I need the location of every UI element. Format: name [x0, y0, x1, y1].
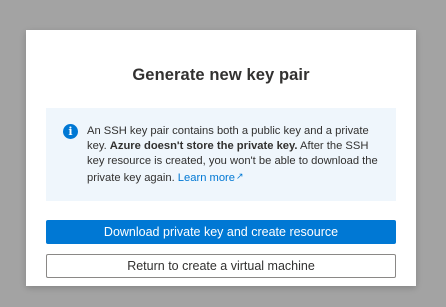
info-icon: i: [63, 124, 78, 139]
learn-more-link[interactable]: Learn more↗: [177, 171, 244, 184]
return-to-create-vm-button[interactable]: Return to create a virtual machine: [46, 254, 396, 278]
download-private-key-button[interactable]: Download private key and create resource: [46, 220, 396, 244]
info-message-box: i An SSH key pair contains both a public…: [46, 108, 396, 201]
dialog-title: Generate new key pair: [132, 66, 310, 84]
info-text-bold: Azure doesn't store the private key.: [109, 140, 298, 152]
learn-more-label: Learn more: [177, 172, 236, 184]
generate-key-pair-dialog: Generate new key pair i An SSH key pair …: [26, 30, 416, 286]
info-message-text: An SSH key pair contains both a public k…: [87, 124, 387, 186]
external-link-icon: ↗: [236, 171, 244, 181]
